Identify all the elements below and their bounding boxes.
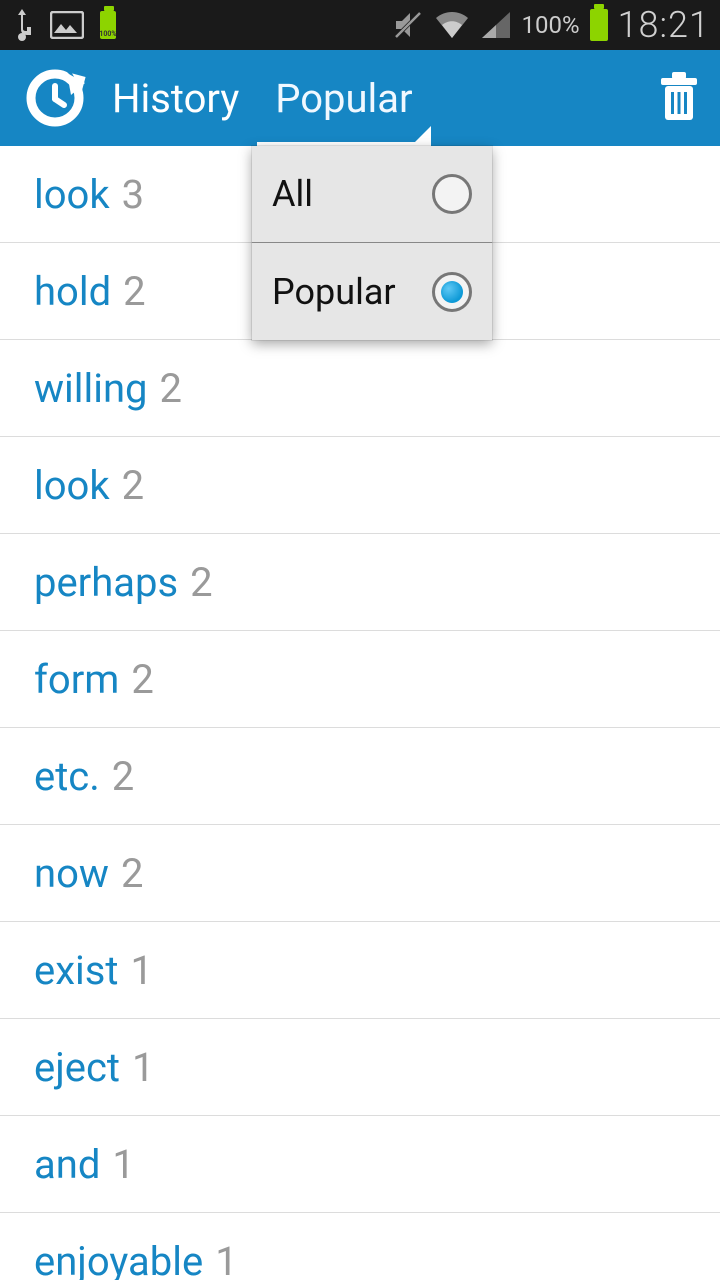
- word-text: willing: [34, 365, 148, 412]
- word-text: eject: [34, 1044, 120, 1091]
- list-item[interactable]: look 2: [0, 437, 720, 534]
- battery-icon: [590, 9, 608, 41]
- word-count: 2: [123, 268, 145, 315]
- dropdown-option-all[interactable]: All: [252, 146, 492, 243]
- word-text: etc.: [34, 753, 100, 800]
- word-count: 1: [132, 1044, 154, 1091]
- list-item[interactable]: now 2: [0, 825, 720, 922]
- word-text: form: [34, 656, 119, 703]
- list-item[interactable]: exist 1: [0, 922, 720, 1019]
- word-text: now: [34, 850, 109, 897]
- picture-icon: [50, 11, 84, 39]
- list-item[interactable]: form 2: [0, 631, 720, 728]
- wifi-icon: [434, 10, 470, 40]
- radio-unchecked-icon: [432, 174, 472, 214]
- word-count: 2: [131, 656, 153, 703]
- signal-icon: [480, 10, 512, 40]
- dropdown-option-label: Popular: [272, 271, 396, 313]
- word-count: 2: [121, 850, 143, 897]
- mute-icon: [392, 9, 424, 41]
- battery-percent: 100%: [522, 11, 580, 39]
- word-text: perhaps: [34, 559, 178, 606]
- battery-small-icon: [100, 11, 116, 39]
- word-text: and: [34, 1141, 100, 1188]
- word-text: look: [34, 171, 110, 218]
- status-bar: 100% 18:21: [0, 0, 720, 50]
- status-right: 100% 18:21: [392, 4, 710, 46]
- status-time: 18:21: [618, 4, 710, 46]
- list-item[interactable]: enjoyable 1: [0, 1213, 720, 1280]
- app-bar: History Popular: [0, 50, 720, 146]
- filter-dropdown: All Popular: [252, 146, 492, 340]
- list-item[interactable]: perhaps 2: [0, 534, 720, 631]
- word-count: 2: [160, 365, 182, 412]
- list-item[interactable]: and 1: [0, 1116, 720, 1213]
- tab-popular-label: Popular: [275, 75, 412, 122]
- usb-icon: [10, 7, 34, 43]
- word-text: look: [34, 462, 110, 509]
- list-item[interactable]: willing 2: [0, 340, 720, 437]
- word-text: enjoyable: [34, 1238, 203, 1280]
- dropdown-option-popular[interactable]: Popular: [252, 243, 492, 340]
- spinner-corner-icon: [411, 126, 431, 146]
- history-refresh-icon[interactable]: [22, 65, 88, 131]
- word-count: 1: [131, 947, 153, 994]
- word-count: 1: [112, 1141, 134, 1188]
- list-item[interactable]: etc. 2: [0, 728, 720, 825]
- tab-history[interactable]: History: [94, 50, 257, 146]
- tab-history-label: History: [112, 75, 239, 122]
- status-left: [10, 7, 116, 43]
- list-item[interactable]: eject 1: [0, 1019, 720, 1116]
- delete-button[interactable]: [656, 72, 702, 124]
- tab-popular[interactable]: Popular: [257, 50, 430, 146]
- word-text: hold: [34, 268, 111, 315]
- dropdown-option-label: All: [272, 173, 313, 215]
- word-count: 2: [112, 753, 134, 800]
- radio-checked-icon: [432, 272, 472, 312]
- word-text: exist: [34, 947, 119, 994]
- word-count: 2: [190, 559, 212, 606]
- word-count: 2: [122, 462, 144, 509]
- word-count: 3: [122, 171, 144, 218]
- word-count: 1: [215, 1238, 237, 1280]
